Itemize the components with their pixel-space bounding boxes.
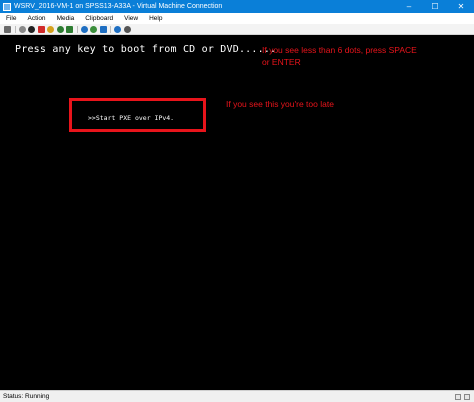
status-bar: Status: Running [0,390,474,402]
title-bar: WSRV_2016-VM-1 on SPSS13-A33A - Virtual … [0,0,474,13]
power-icon[interactable] [47,25,54,33]
keyboard-status-icon [455,393,461,400]
pause-icon[interactable] [56,25,64,33]
start-icon[interactable] [18,25,26,33]
menu-view[interactable]: View [118,15,143,22]
turn-off-icon[interactable] [28,25,35,33]
toolbar-separator [76,25,78,33]
menu-media[interactable]: Media [51,15,80,22]
resume-icon[interactable] [66,25,73,33]
menu-help[interactable]: Help [143,15,167,22]
boot-message: Press any key to boot from CD or DVD....… [15,44,277,55]
vm-connection-app-icon [3,2,11,11]
maximize-button[interactable]: ☐ [422,0,448,13]
reset-icon[interactable] [80,25,88,33]
minimize-button[interactable]: – [396,0,422,13]
share-icon[interactable] [123,25,131,33]
menu-file[interactable]: File [0,15,21,22]
toolbar [0,24,474,35]
pxe-message: >>Start PXE over IPv4. [88,114,175,122]
menu-action[interactable]: Action [21,15,50,22]
toolbar-separator [110,25,111,33]
vm-screen[interactable]: Press any key to boot from CD or DVD....… [0,35,474,390]
toolbar-separator [14,25,16,33]
enhanced-session-icon[interactable] [114,25,121,33]
status-text: Status: Running [3,393,50,400]
close-button[interactable]: ✕ [448,0,474,13]
lock-status-icon [464,393,470,400]
shutdown-icon[interactable] [37,25,45,33]
annotation-late-note: If you see this you're too late [226,99,334,109]
ctrl-alt-del-icon[interactable] [4,25,11,33]
annotation-dots-note: If you see less than 6 dots, press SPACE… [262,45,417,67]
menu-bar: File Action Media Clipboard View Help [0,13,474,24]
revert-icon[interactable] [99,25,107,33]
window-title: WSRV_2016-VM-1 on SPSS13-A33A - Virtual … [14,3,223,10]
checkpoint-icon[interactable] [90,25,97,33]
menu-clipboard[interactable]: Clipboard [79,15,118,22]
